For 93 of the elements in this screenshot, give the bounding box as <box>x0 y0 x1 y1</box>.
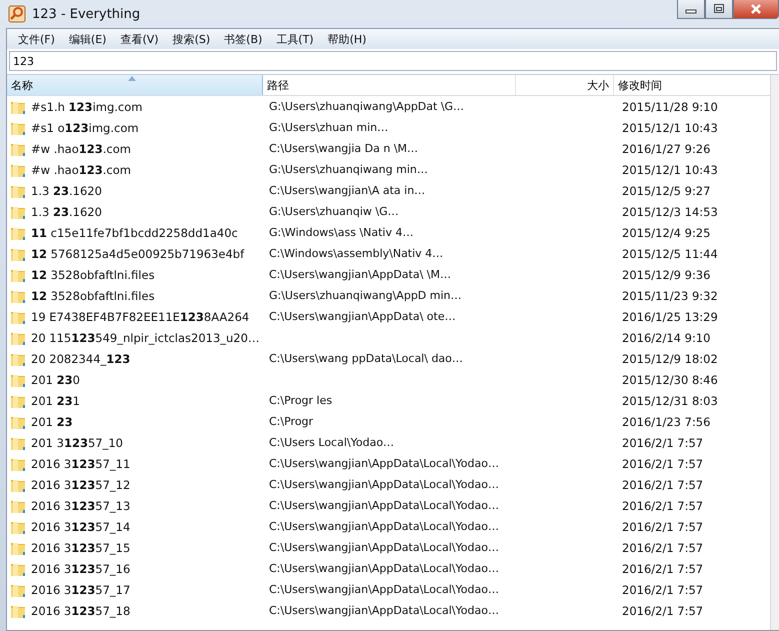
menu-item[interactable]: 编辑(E) <box>62 32 114 46</box>
scrollbar[interactable] <box>770 75 779 630</box>
file-name: 12 3528obfaftlni.files <box>31 288 155 302</box>
file-path: C:\Users\wangjia Da n \M… <box>269 142 418 155</box>
file-path: C:\Users\wangjian\A ata in… <box>269 184 426 197</box>
file-name: 2016 312357_14 <box>31 520 130 534</box>
menu-item[interactable]: 工具(T) <box>269 32 321 46</box>
file-name: #w .hao123.com <box>31 162 131 176</box>
menu-item[interactable]: 书签(B) <box>217 32 270 46</box>
modified-time: 2015/12/30 8:46 <box>622 372 718 386</box>
modified-time: 2015/11/23 9:32 <box>622 288 718 302</box>
close-button[interactable] <box>733 0 779 19</box>
menu-item[interactable]: 帮助(H) <box>320 32 374 46</box>
file-name: 12 3528obfaftlni.files <box>31 268 155 282</box>
file-name: 1.3 23.1620 <box>31 204 102 218</box>
file-name: 2016 312357_16 <box>31 562 130 576</box>
file-path: C:\Users\wangjian\AppData\Local\Yodao… <box>269 499 499 512</box>
file-name: 19 E7438EF4B7F82EE11E1238AA264 <box>31 310 250 324</box>
file-name: #w .hao123.com <box>31 142 131 156</box>
modified-time: 2016/1/23 7:56 <box>622 414 710 428</box>
modified-time: 2015/12/1 10:43 <box>622 120 718 134</box>
modified-time: 2015/12/1 10:43 <box>622 162 718 176</box>
modified-time: 2016/2/1 7:57 <box>622 478 704 492</box>
modified-time: 2015/11/28 9:10 <box>622 100 718 114</box>
maximize-icon <box>713 4 725 14</box>
file-path: C:\Users\wangjian\AppData\Local\Yodao… <box>269 562 499 575</box>
magnifier-icon <box>8 5 26 23</box>
modified-time: 2015/12/31 8:03 <box>622 394 718 408</box>
modified-time: 2015/12/9 9:36 <box>622 268 710 282</box>
menu-item[interactable]: 文件(F) <box>11 32 62 46</box>
maximize-button[interactable] <box>705 0 733 19</box>
modified-time: 2016/2/1 7:57 <box>622 436 704 450</box>
file-name: 201 312357_10 <box>31 436 123 450</box>
file-path: C:\Users\wangjian\AppData\Local\Yodao… <box>269 520 499 533</box>
modified-time: 2015/12/3 14:53 <box>622 204 718 218</box>
file-path: G:\Users\zhuanqiwang min… <box>269 163 428 176</box>
column-header[interactable]: 名称 <box>7 75 263 95</box>
file-name: #s1 o123img.com <box>31 120 139 134</box>
file-path: C:\Users\wangjian\AppData\ ote… <box>269 310 456 323</box>
modified-time: 2016/2/1 7:57 <box>622 456 704 470</box>
file-name: 2016 312357_17 <box>31 582 130 596</box>
modified-time: 2015/12/4 9:25 <box>622 226 710 240</box>
file-path: C:\Progr <box>269 415 314 428</box>
column-header[interactable]: 路径 <box>263 75 516 95</box>
menu-item[interactable]: 查看(V) <box>113 32 166 46</box>
file-path: C:\Users\wangjian\AppData\Local\Yodao… <box>269 541 499 554</box>
file-name: 20 115123549_nlpir_ictclas2013_u20… <box>31 330 260 344</box>
file-path: G:\Windows\ass \Nativ 4… <box>269 226 414 239</box>
file-name: 1.3 23.1620 <box>31 184 102 198</box>
modified-time: 2015/12/5 11:44 <box>622 246 718 260</box>
file-name: 2016 312357_18 <box>31 604 130 618</box>
modified-time: 2016/2/1 7:57 <box>622 520 704 534</box>
modified-time: 2015/12/5 9:27 <box>622 184 710 198</box>
file-path: C:\Users\wangjian\AppData\ \M… <box>269 268 451 281</box>
modified-time: 2016/1/27 9:26 <box>622 142 710 156</box>
modified-time: 2016/2/1 7:57 <box>622 604 704 618</box>
file-path: G:\Users\zhuan min… <box>269 121 388 134</box>
file-path: G:\Users\zhuanqiw \G… <box>269 205 399 218</box>
modified-time: 2016/2/1 7:57 <box>622 562 704 576</box>
file-path: C:\Progr les <box>269 394 332 407</box>
file-name: 2016 312357_15 <box>31 540 130 554</box>
modified-time: 2015/12/9 18:02 <box>622 352 718 366</box>
file-path: G:\Users\zhuanqiwang\AppDat \G… <box>269 100 464 113</box>
file-path: C:\Users\wangjian\AppData\Local\Yodao… <box>269 583 499 596</box>
file-name: 2016 312357_13 <box>31 498 130 512</box>
menu-item[interactable]: 搜索(S) <box>166 32 218 46</box>
file-path: G:\Users\zhuanqiwang\AppD min… <box>269 289 462 302</box>
sort-arrow-icon <box>128 76 136 81</box>
search-field[interactable]: 123 <box>9 51 777 71</box>
file-name: 201 230 <box>31 372 80 386</box>
close-icon <box>750 4 762 14</box>
modified-time: 2016/2/1 7:57 <box>622 498 704 512</box>
file-name: 201 231 <box>31 394 80 408</box>
column-header[interactable]: 大小 <box>516 75 614 95</box>
file-path: C:\Users\wangjian\AppData\Local\Yodao… <box>269 457 499 470</box>
window-title: 123 - Everything <box>32 6 140 22</box>
modified-time: 2016/1/25 13:29 <box>622 310 718 324</box>
file-name: 201 23 <box>31 414 73 428</box>
modified-time: 2016/2/14 9:10 <box>622 330 710 344</box>
file-name: 2016 312357_11 <box>31 456 130 470</box>
file-path: C:\Users\wangjian\AppData\Local\Yodao… <box>269 478 499 491</box>
file-name: 12 5768125a4d5e00925b71963e4bf <box>31 246 244 260</box>
modified-time: 2016/2/1 7:57 <box>622 582 704 596</box>
file-path: C:\Windows\assembly\Nativ 4… <box>269 247 444 260</box>
file-name: #s1.h 123img.com <box>31 100 142 114</box>
file-name: 20 2082344_123 <box>31 352 130 366</box>
file-name: 11 c15e11fe7bf1bcdd2258dd1a40c <box>31 226 238 240</box>
file-path: C:\Users\wang ppData\Local\ dao… <box>269 352 463 365</box>
file-path: C:\Users Local\Yodao… <box>269 436 394 449</box>
file-path: C:\Users\wangjian\AppData\Local\Yodao… <box>269 604 499 617</box>
minimize-button[interactable] <box>677 0 705 19</box>
modified-time: 2016/2/1 7:57 <box>622 540 704 554</box>
file-name: 2016 312357_12 <box>31 478 130 492</box>
